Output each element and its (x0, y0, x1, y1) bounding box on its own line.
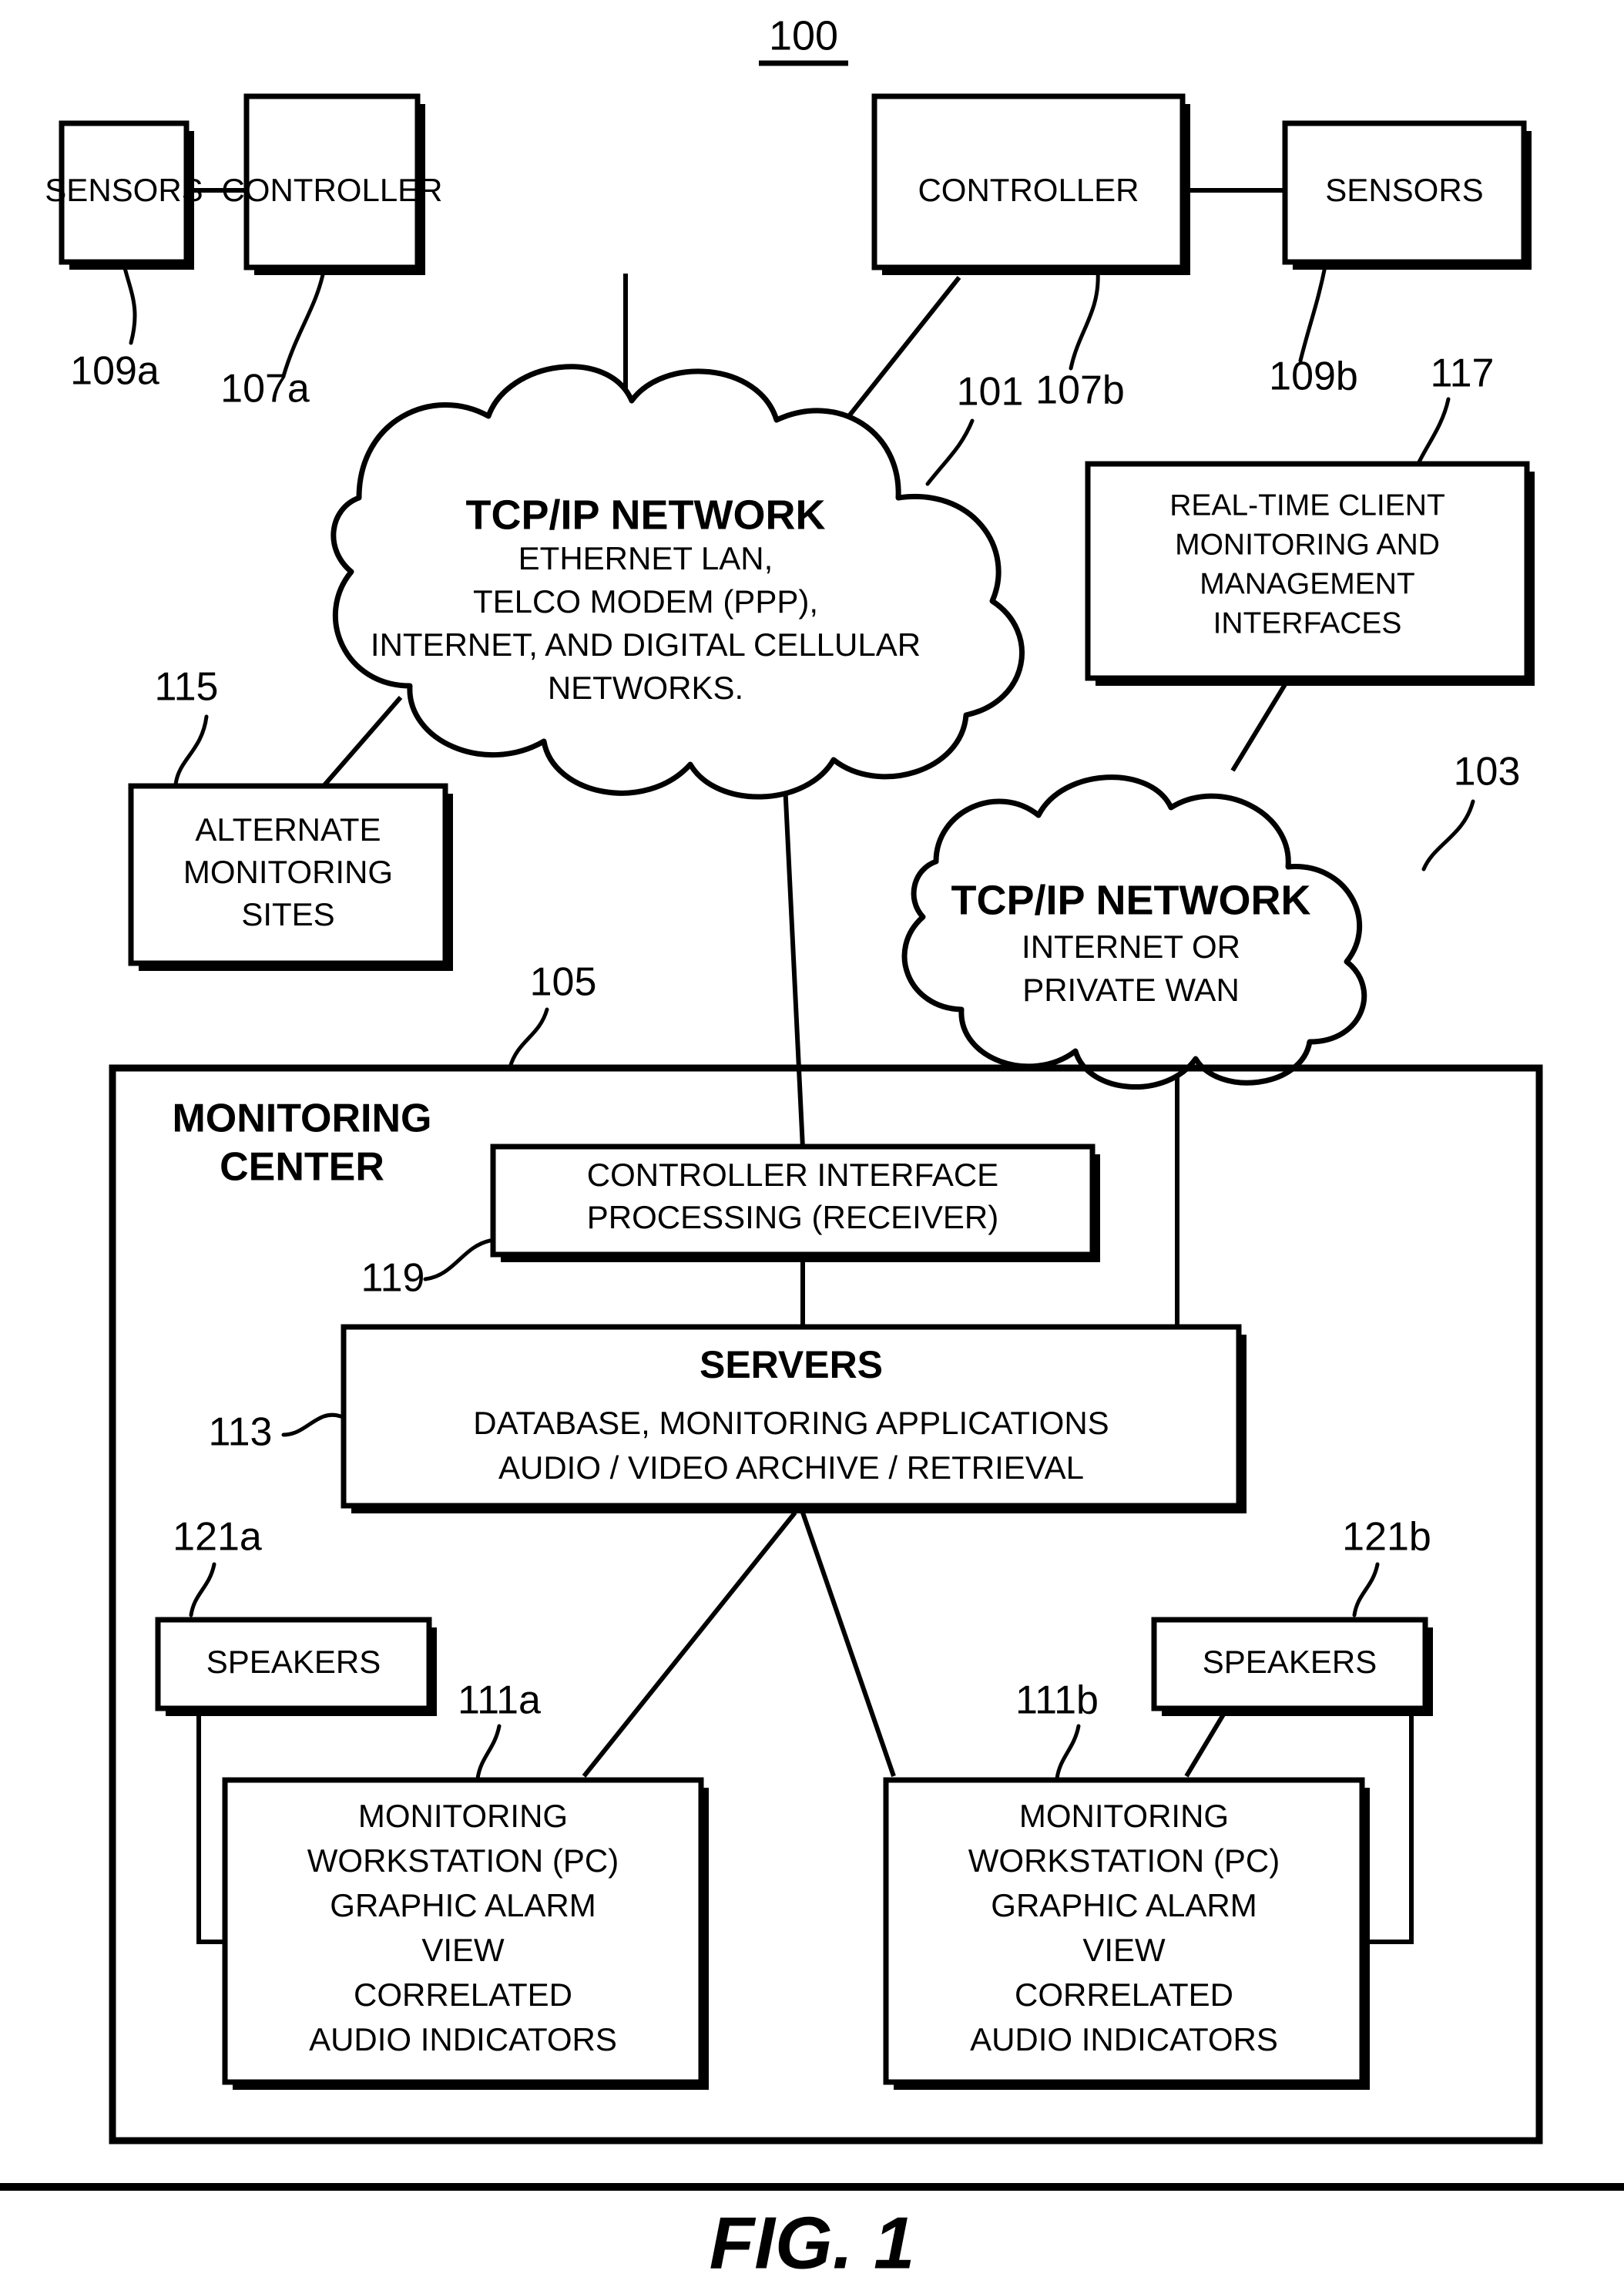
network-main-cloud (331, 364, 1025, 800)
ref-121b: 121b (1342, 1515, 1431, 1617)
servers-line-1: AUDIO / VIDEO ARCHIVE / RETRIEVAL (498, 1449, 1084, 1486)
controller-left-label: CONTROLLER (221, 172, 442, 208)
link-network-alternate-sites (321, 696, 403, 788)
ref-113: 113 (209, 1410, 343, 1455)
ref-119-text: 119 (361, 1256, 425, 1301)
link-servers-workstationL (582, 1511, 797, 1778)
network-main-line-2: INTERNET, AND DIGITAL CELLULAR (371, 626, 921, 663)
node-controller-left[interactable]: CONTROLLER (221, 93, 443, 275)
node-client-interfaces[interactable]: REAL-TIME CLIENT MONITORING AND MANAGEME… (1085, 461, 1535, 686)
workstation-left-line-4: CORRELATED (354, 1977, 572, 2013)
workstation-left-line-0: MONITORING (358, 1798, 568, 1834)
ref-121b-text: 121b (1342, 1515, 1431, 1560)
node-speakers-left[interactable]: SPEAKERS (155, 1617, 437, 1716)
ref-111b: 111b (1015, 1678, 1099, 1781)
ref-111a: 111a (458, 1678, 541, 1781)
ref-105-text: 105 (530, 960, 597, 1005)
workstation-right-line-4: CORRELATED (1015, 1977, 1233, 2013)
ref-103: 103 (1421, 750, 1521, 872)
network-main-line-1: TELCO MODEM (PPP), (473, 583, 818, 620)
alternate-sites-line-2: SITES (241, 896, 334, 932)
monitoring-center-title-1: CENTER (220, 1145, 384, 1190)
network-main-line-3: NETWORKS. (548, 670, 743, 706)
figure-number: 100 (759, 12, 848, 66)
node-servers[interactable]: SERVERS DATABASE, MONITORING APPLICATION… (341, 1324, 1247, 1513)
workstation-left-line-5: AUDIO INDICATORS (309, 2021, 617, 2057)
ref-109b-text: 109b (1269, 354, 1358, 399)
servers-title: SERVERS (700, 1343, 883, 1386)
ref-111b-text: 111b (1015, 1678, 1099, 1723)
ref-117: 117 (1414, 351, 1495, 471)
ref-115: 115 (155, 665, 219, 787)
workstation-right-line-5: AUDIO INDICATORS (970, 2021, 1278, 2057)
link-client-interfaces-wan (1230, 680, 1289, 772)
workstation-left-line-3: VIEW (421, 1932, 505, 1968)
controller-right-label: CONTROLLER (918, 172, 1139, 208)
figure-canvas: 100 SENSORS 109a CONTROLLER 107a CONTROL… (0, 12, 1624, 2284)
figure-caption: FIG. 1 (710, 2202, 915, 2284)
ref-121a: 121a (173, 1515, 262, 1617)
network-main-line-0: ETHERNET LAN, (518, 540, 773, 576)
servers-line-0: DATABASE, MONITORING APPLICATIONS (473, 1405, 1109, 1441)
controller-interface-line-1: PROCESSING (RECEIVER) (587, 1199, 998, 1235)
workstation-right-line-1: WORKSTATION (PC) (968, 1842, 1280, 1879)
ref-119: 119 (361, 1238, 492, 1301)
node-speakers-right[interactable]: SPEAKERS (1151, 1617, 1433, 1716)
figure-number-text: 100 (769, 12, 838, 59)
patent-figure: 100 SENSORS 109a CONTROLLER 107a CONTROL… (0, 0, 1624, 2294)
speakers-right-label: SPEAKERS (1203, 1644, 1377, 1680)
ref-107b: 107b (1035, 269, 1125, 413)
ref-109b: 109b (1269, 264, 1358, 399)
monitoring-center-title-0: MONITORING (172, 1097, 431, 1141)
workstation-right-line-2: GRAPHIC ALARM (991, 1887, 1257, 1923)
ref-109a-text: 109a (70, 349, 159, 394)
client-interfaces-line-3: INTERFACES (1213, 606, 1402, 640)
ref-101-text: 101 (957, 370, 1024, 415)
ref-107a-text: 107a (220, 367, 310, 411)
ref-121a-text: 121a (173, 1515, 262, 1560)
node-workstation-right[interactable]: MONITORING WORKSTATION (PC) GRAPHIC ALAR… (883, 1777, 1370, 2090)
sensors-right-label: SENSORS (1325, 172, 1483, 208)
ref-115-text: 115 (155, 665, 219, 710)
network-wan-line-0: INTERNET OR (1022, 929, 1240, 965)
ref-107a: 107a (220, 269, 326, 411)
node-network-wan[interactable]: TCP/IP NETWORK INTERNET OR PRIVATE WAN (901, 774, 1367, 1090)
client-interfaces-line-2: MANAGEMENT (1200, 567, 1415, 600)
ref-117-text: 117 (1431, 351, 1495, 396)
alternate-sites-line-0: ALTERNATE (195, 811, 381, 848)
network-wan-title: TCP/IP NETWORK (951, 877, 1310, 923)
workstation-right-line-0: MONITORING (1019, 1798, 1229, 1834)
ref-111a-text: 111a (458, 1678, 541, 1723)
client-interfaces-line-0: REAL-TIME CLIENT (1169, 489, 1445, 522)
ref-101: 101 (925, 370, 1024, 486)
link-controllerR-network (834, 276, 961, 433)
link-speakersL-workstationL (196, 1680, 225, 1944)
node-controller-interface[interactable]: CONTROLLER INTERFACE PROCESSING (RECEIVE… (490, 1144, 1100, 1262)
workstation-left-line-1: WORKSTATION (PC) (307, 1842, 619, 1879)
workstation-left-line-2: GRAPHIC ALARM (330, 1887, 596, 1923)
node-alternate-sites[interactable]: ALTERNATE MONITORING SITES (128, 783, 453, 971)
node-controller-right[interactable]: CONTROLLER (871, 93, 1190, 275)
network-wan-line-1: PRIVATE WAN (1022, 972, 1240, 1008)
ref-113-text: 113 (209, 1410, 273, 1455)
workstation-right-line-3: VIEW (1082, 1932, 1166, 1968)
controller-interface-line-0: CONTROLLER INTERFACE (587, 1157, 998, 1193)
node-sensors-right[interactable]: SENSORS (1282, 120, 1532, 270)
ref-105: 105 (508, 960, 597, 1070)
alternate-sites-line-1: MONITORING (183, 854, 393, 890)
link-servers-workstationR (800, 1512, 896, 1777)
ref-107b-text: 107b (1035, 368, 1125, 413)
node-sensors-left[interactable]: SENSORS (45, 120, 203, 270)
node-workstation-left[interactable]: MONITORING WORKSTATION (PC) GRAPHIC ALAR… (222, 1777, 709, 2090)
client-interfaces-line-1: MONITORING AND (1175, 528, 1440, 561)
ref-103-text: 103 (1454, 750, 1521, 794)
ref-109a: 109a (70, 263, 159, 394)
network-main-title: TCP/IP NETWORK (465, 492, 825, 538)
node-network-main[interactable]: TCP/IP NETWORK ETHERNET LAN, TELCO MODEM… (331, 364, 1025, 800)
sensors-left-label: SENSORS (45, 172, 203, 208)
speakers-left-label: SPEAKERS (206, 1644, 381, 1680)
